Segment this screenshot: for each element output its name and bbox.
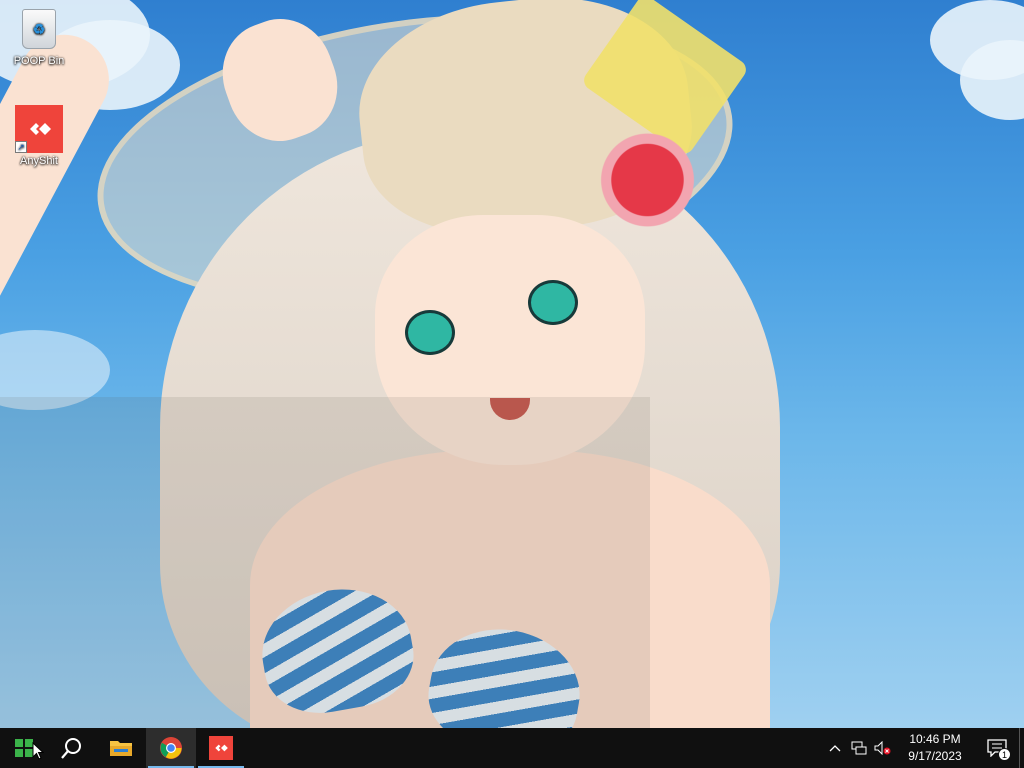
taskbar-file-explorer[interactable] (96, 728, 146, 768)
desktop-icon-recycle-bin[interactable]: ♻ POOP Bin (0, 5, 79, 68)
desktop-icon-label: POOP Bin (13, 55, 65, 67)
show-desktop-button[interactable] (1019, 728, 1024, 768)
chrome-icon (160, 737, 182, 759)
desktop-wallpaper (0, 0, 1024, 728)
action-center-button[interactable]: 1 (975, 728, 1019, 768)
folder-icon (110, 741, 132, 756)
clock-date: 9/17/2023 (908, 749, 962, 763)
network-icon[interactable] (847, 728, 871, 768)
anydesk-icon (209, 736, 233, 760)
windows-logo-icon (15, 739, 33, 757)
recycle-bin-icon: ♻ (15, 5, 63, 53)
anydesk-icon: ↗ (15, 105, 63, 153)
search-icon (61, 738, 81, 759)
mouse-cursor-icon (32, 742, 44, 760)
taskbar: 10:46 PM 9/17/2023 1 (0, 728, 1024, 768)
desktop-icon-label: AnyShit (20, 155, 58, 167)
notification-count-badge: 1 (998, 748, 1011, 761)
taskbar-clock[interactable]: 10:46 PM 9/17/2023 (895, 731, 975, 765)
taskbar-chrome[interactable] (146, 728, 196, 768)
chevron-up-icon[interactable] (823, 728, 847, 768)
system-tray: 10:46 PM 9/17/2023 1 (823, 728, 1024, 768)
shortcut-arrow-icon: ↗ (15, 141, 27, 153)
taskbar-anyshit[interactable] (196, 728, 246, 768)
search-button[interactable] (48, 728, 96, 768)
desktop-icon-anyshit[interactable]: ↗ AnyShit (0, 105, 79, 168)
clock-time: 10:46 PM (909, 732, 961, 746)
volume-muted-icon[interactable] (871, 728, 895, 768)
